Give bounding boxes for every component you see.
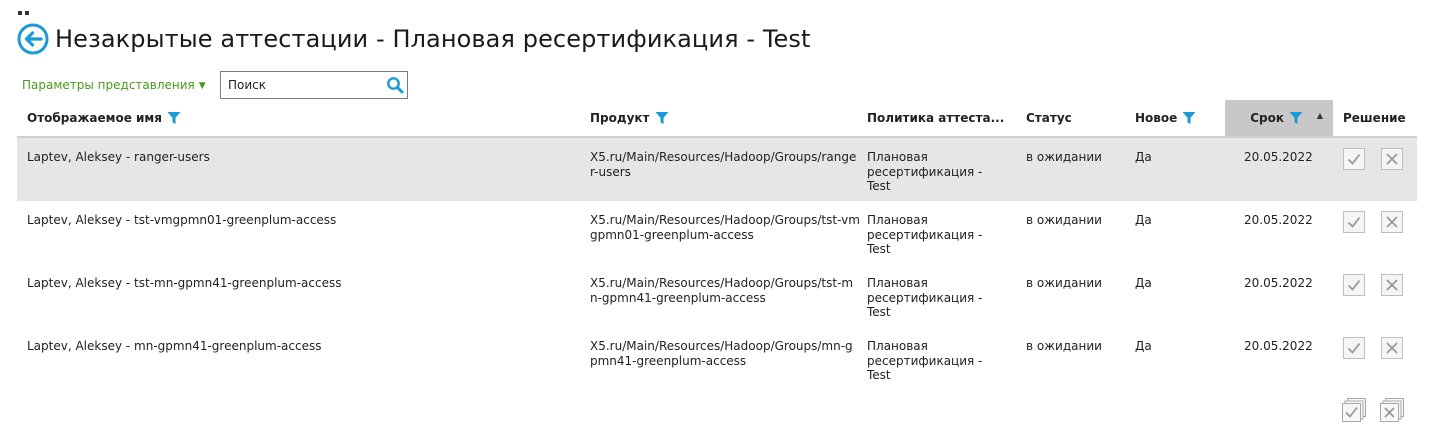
header-policy[interactable]: Политика аттеста... <box>867 100 1004 136</box>
search-icon[interactable] <box>386 76 404 94</box>
approve-button[interactable] <box>1343 337 1365 359</box>
toolbar: Параметры представления ▼ <box>22 70 408 100</box>
header-due-label: Срок <box>1250 111 1284 125</box>
header-decision-label: Решение <box>1343 111 1406 125</box>
cell-due-date: 20.05.2022 <box>1244 339 1313 353</box>
checkmark-icon <box>1347 342 1361 354</box>
header-new[interactable]: Новое <box>1135 100 1196 136</box>
cell-policy: Плановая ресертификация - Test <box>867 339 983 382</box>
approve-button[interactable] <box>1343 148 1365 170</box>
header-display-name-label: Отображаемое имя <box>27 111 162 125</box>
cell-product: X5.ru/Main/Resources/Hadoop/Groups/mn-gp… <box>590 339 853 368</box>
cell-new: Да <box>1135 276 1152 290</box>
corner-mark <box>18 0 32 15</box>
cell-due-date: 20.05.2022 <box>1244 213 1313 227</box>
reject-button[interactable] <box>1381 148 1403 170</box>
close-icon <box>1386 342 1398 354</box>
cell-display-name: Laptev, Aleksey - ranger-users <box>27 150 210 164</box>
header-product-label: Продукт <box>590 111 650 125</box>
reject-button[interactable] <box>1381 211 1403 233</box>
header-policy-label: Политика аттеста... <box>867 111 1005 125</box>
attestation-grid: Отображаемое имя Продукт Политика аттест… <box>17 100 1417 390</box>
filter-icon[interactable] <box>1289 111 1303 125</box>
filter-icon[interactable] <box>655 111 669 125</box>
checkmark-icon <box>1347 216 1361 228</box>
cell-due-date: 20.05.2022 <box>1244 150 1313 164</box>
cell-policy: Плановая ресертификация - Test <box>867 276 983 319</box>
header-status-label: Статус <box>1026 111 1072 125</box>
filter-icon[interactable] <box>1182 111 1196 125</box>
filter-icon[interactable] <box>167 111 181 125</box>
table-row[interactable]: Laptev, Aleksey - ranger-users X5.ru/Mai… <box>17 138 1417 201</box>
cell-display-name: Laptev, Aleksey - tst-vmgpmn01-greenplum… <box>27 213 337 227</box>
cell-status: в ожидании <box>1026 339 1102 353</box>
cell-new: Да <box>1135 150 1152 164</box>
cell-policy: Плановая ресертификация - Test <box>867 150 983 193</box>
close-icon <box>1386 279 1398 291</box>
close-icon <box>1386 216 1398 228</box>
cell-product: X5.ru/Main/Resources/Hadoop/Groups/range… <box>590 150 857 179</box>
table-row[interactable]: Laptev, Aleksey - tst-vmgpmn01-greenplum… <box>17 201 1417 264</box>
search-box <box>220 71 408 99</box>
header-due[interactable]: Срок ▲ <box>1225 100 1333 136</box>
reject-all-icon[interactable] <box>1380 398 1404 422</box>
grid-header: Отображаемое имя Продукт Политика аттест… <box>17 100 1417 138</box>
cell-new: Да <box>1135 339 1152 353</box>
reject-button[interactable] <box>1381 274 1403 296</box>
header-product[interactable]: Продукт <box>590 100 669 136</box>
header-decision: Решение <box>1343 100 1406 136</box>
approve-button[interactable] <box>1343 274 1365 296</box>
caret-down-icon: ▼ <box>198 81 206 91</box>
cell-product: X5.ru/Main/Resources/Hadoop/Groups/tst-v… <box>590 213 860 242</box>
page-title: Незакрытые аттестации - Плановая ресерти… <box>55 25 811 53</box>
search-input[interactable] <box>221 78 378 92</box>
cell-policy: Плановая ресертификация - Test <box>867 213 983 256</box>
header-display-name[interactable]: Отображаемое имя <box>27 100 181 136</box>
cell-new: Да <box>1135 213 1152 227</box>
cell-status: в ожидании <box>1026 276 1102 290</box>
cell-status: в ожидании <box>1026 213 1102 227</box>
view-params-label: Параметры представления <box>22 78 195 92</box>
checkmark-icon <box>1347 279 1361 291</box>
checkmark-icon <box>1347 153 1361 165</box>
cell-product: X5.ru/Main/Resources/Hadoop/Groups/tst-m… <box>590 276 854 305</box>
cell-display-name: Laptev, Aleksey - mn-gpmn41-greenplum-ac… <box>27 339 322 353</box>
cell-due-date: 20.05.2022 <box>1244 276 1313 290</box>
approve-button[interactable] <box>1343 211 1365 233</box>
approve-all-icon[interactable] <box>1342 398 1366 422</box>
view-params-dropdown[interactable]: Параметры представления ▼ <box>22 78 206 92</box>
close-icon <box>1386 153 1398 165</box>
title-row: Незакрытые аттестации - Плановая ресерти… <box>17 22 810 56</box>
reject-button[interactable] <box>1381 337 1403 359</box>
back-arrow-icon[interactable] <box>17 23 49 55</box>
header-new-label: Новое <box>1135 111 1178 125</box>
sort-ascending-icon: ▲ <box>1316 111 1323 120</box>
table-row[interactable]: Laptev, Aleksey - mn-gpmn41-greenplum-ac… <box>17 327 1417 390</box>
table-row[interactable]: Laptev, Aleksey - tst-mn-gpmn41-greenplu… <box>17 264 1417 327</box>
cell-status: в ожидании <box>1026 150 1102 164</box>
cell-display-name: Laptev, Aleksey - tst-mn-gpmn41-greenplu… <box>27 276 342 290</box>
header-status[interactable]: Статус <box>1026 100 1072 136</box>
